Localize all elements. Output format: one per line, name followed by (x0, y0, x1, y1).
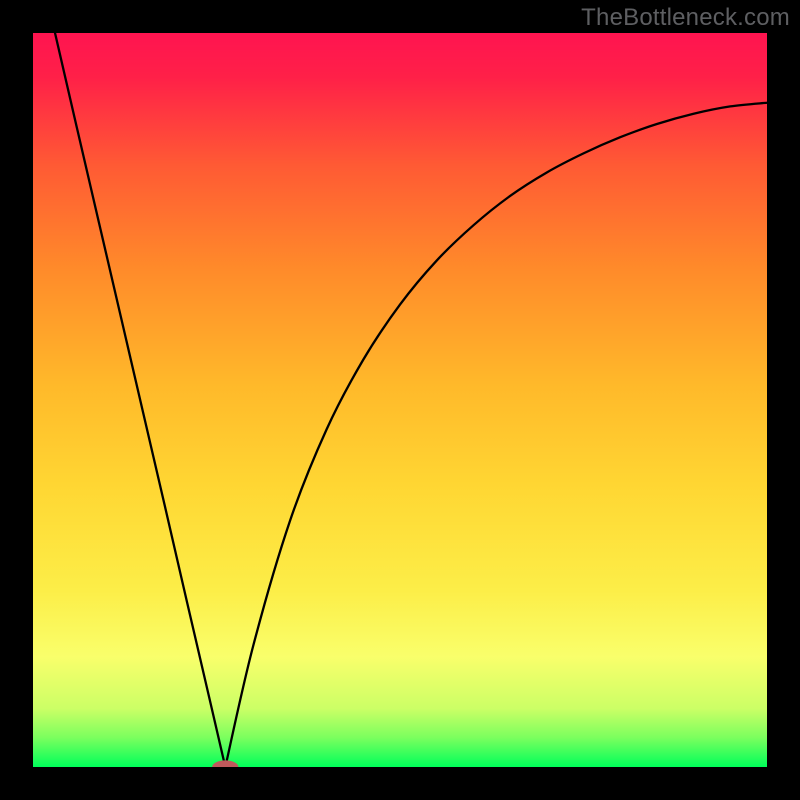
chart-frame: TheBottleneck.com (0, 0, 800, 800)
gradient-background (33, 33, 767, 767)
watermark-text: TheBottleneck.com (581, 4, 790, 32)
chart-svg (33, 33, 767, 767)
plot-area (33, 33, 767, 767)
